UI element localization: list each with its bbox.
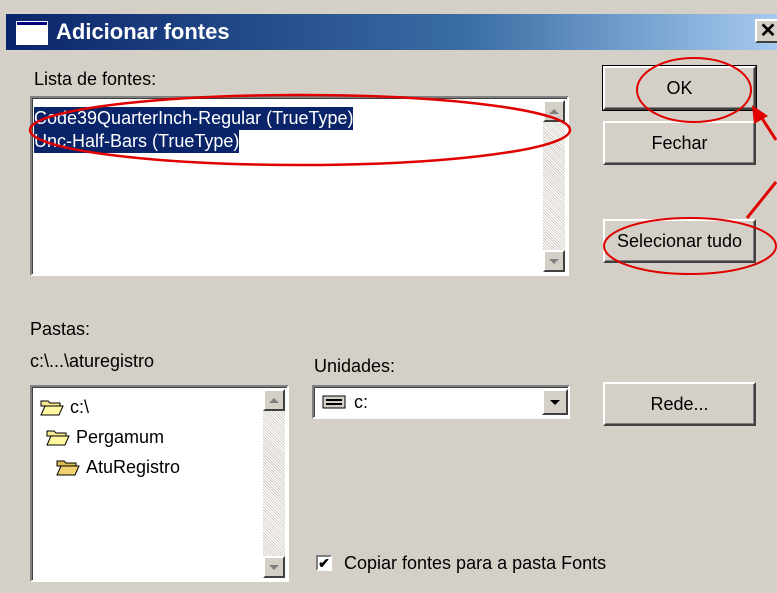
title-bar: Adicionar fontes ✕ <box>6 14 777 50</box>
open-folder-icon <box>56 460 80 476</box>
dialog-title: Adicionar fontes <box>56 19 230 44</box>
scroll-up-button[interactable] <box>263 389 285 411</box>
font-list[interactable]: Code39QuarterInch-Regular (TrueType) Unc… <box>30 96 569 276</box>
select-all-button[interactable]: Selecionar tudo <box>603 219 756 263</box>
font-item-label: Unc-Half-Bars (TrueType) <box>34 131 240 151</box>
scroll-down-button[interactable] <box>543 250 565 272</box>
arrow-up-icon <box>269 397 279 403</box>
chevron-down-icon <box>550 399 560 405</box>
network-button[interactable]: Rede... <box>603 382 756 426</box>
window-icon <box>16 21 48 45</box>
drive-value: c: <box>354 392 369 412</box>
annotation-line <box>745 181 777 219</box>
folder-item-aturegistro[interactable]: AtuRegistro <box>56 455 180 479</box>
dropdown-button[interactable] <box>542 389 568 415</box>
folder-item-label: c:\ <box>70 396 90 417</box>
drives-label: Unidades: <box>314 356 396 376</box>
scroll-down-button[interactable] <box>263 556 285 578</box>
font-list-label: Lista de fontes: <box>34 69 157 89</box>
folder-item-label: Pergamum <box>76 426 165 447</box>
folder-item-root[interactable]: c:\ <box>40 395 89 419</box>
close-button[interactable]: Fechar <box>603 121 756 165</box>
folder-item-pergamum[interactable]: Pergamum <box>46 425 164 449</box>
check-icon: ✔ <box>318 554 330 571</box>
font-item-label: Code39QuarterInch-Regular (TrueType) <box>34 108 354 128</box>
font-list-item[interactable]: Unc-Half-Bars (TrueType) <box>34 130 240 153</box>
annotation-arrow <box>756 111 777 141</box>
font-list-scrollbar[interactable] <box>543 100 565 272</box>
copy-fonts-label: Copiar fontes para a pasta Fonts <box>344 553 607 573</box>
folders-label: Pastas: <box>30 319 91 339</box>
close-icon[interactable]: ✕ <box>755 19 777 43</box>
arrow-down-icon <box>549 258 559 264</box>
font-list-item[interactable]: Code39QuarterInch-Regular (TrueType) <box>34 107 354 130</box>
arrow-down-icon <box>269 564 279 570</box>
drive-icon <box>322 395 346 409</box>
current-path: c:\...\aturegistro <box>30 351 155 371</box>
scroll-up-button[interactable] <box>543 100 565 122</box>
folder-list[interactable]: c:\ Pergamum AtuRegistro <box>30 385 289 582</box>
arrow-up-icon <box>549 108 559 114</box>
drive-select[interactable]: c: <box>312 385 570 419</box>
open-folder-icon <box>40 400 64 416</box>
add-fonts-dialog: Adicionar fontes ✕ Lista de fontes: Code… <box>0 0 777 593</box>
folder-item-label: AtuRegistro <box>86 456 181 477</box>
ok-button[interactable]: OK <box>602 65 757 111</box>
folder-list-scrollbar[interactable] <box>263 389 285 578</box>
copy-fonts-checkbox[interactable]: ✔ <box>316 555 332 571</box>
open-folder-icon <box>46 430 70 446</box>
